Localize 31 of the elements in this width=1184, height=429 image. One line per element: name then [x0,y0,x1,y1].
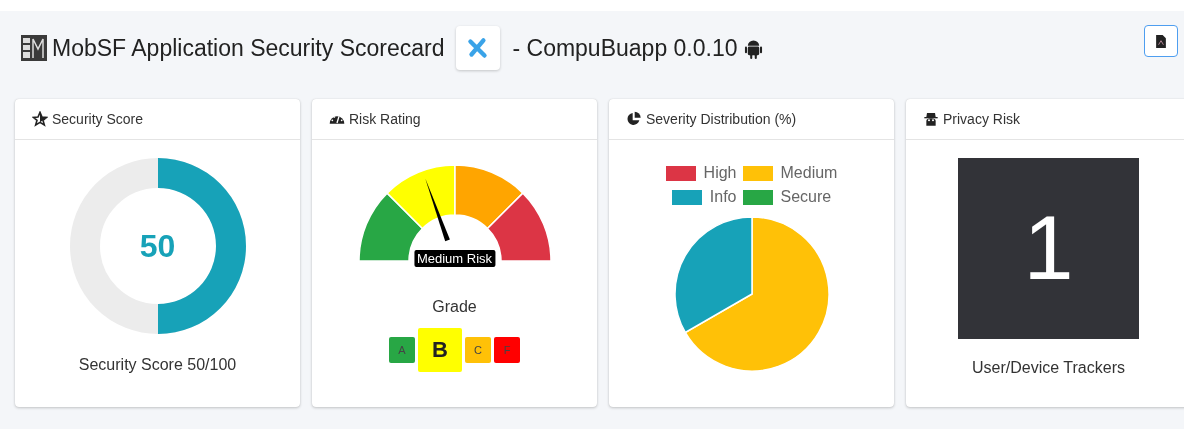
card-title: Security Score [52,111,144,127]
gauge-segment [385,164,456,230]
pie-chart-icon [626,111,642,127]
card-title: Severity Distribution (%) [646,111,797,127]
android-icon [743,37,763,59]
tracker-caption: User/Device Trackers [972,359,1125,377]
star-icon [32,111,48,127]
page-title: MobSF Application Security Scorecard [52,34,445,62]
pdf-download-button[interactable] [1144,25,1178,57]
grade-badge: A [389,337,415,363]
grade-badge: C [465,337,491,363]
pdf-file-icon [1156,34,1166,48]
grade-title: Grade [432,298,477,316]
mobsf-logo-icon [21,35,47,61]
card-title: Risk Rating [349,111,421,127]
legend-label: Medium [780,164,838,182]
score-caption: Security Score 50/100 [78,356,237,374]
grade-badge: B [418,328,462,372]
risk-label: Medium Risk [413,250,496,267]
card-title: Privacy Risk [943,111,1020,127]
app-icon [456,26,501,70]
grade-badge: F [494,337,520,363]
gauge-needle [424,178,450,242]
tracker-count: 1 [1023,197,1074,300]
spy-icon [923,111,939,127]
legend-label: Secure [780,188,832,206]
gauge-segment [453,164,524,230]
legend-label: Info [709,188,737,206]
legend-label: High [703,164,737,182]
score-value: 50 [139,227,176,265]
app-name: - CompuBuapp 0.0.10 [512,34,738,62]
